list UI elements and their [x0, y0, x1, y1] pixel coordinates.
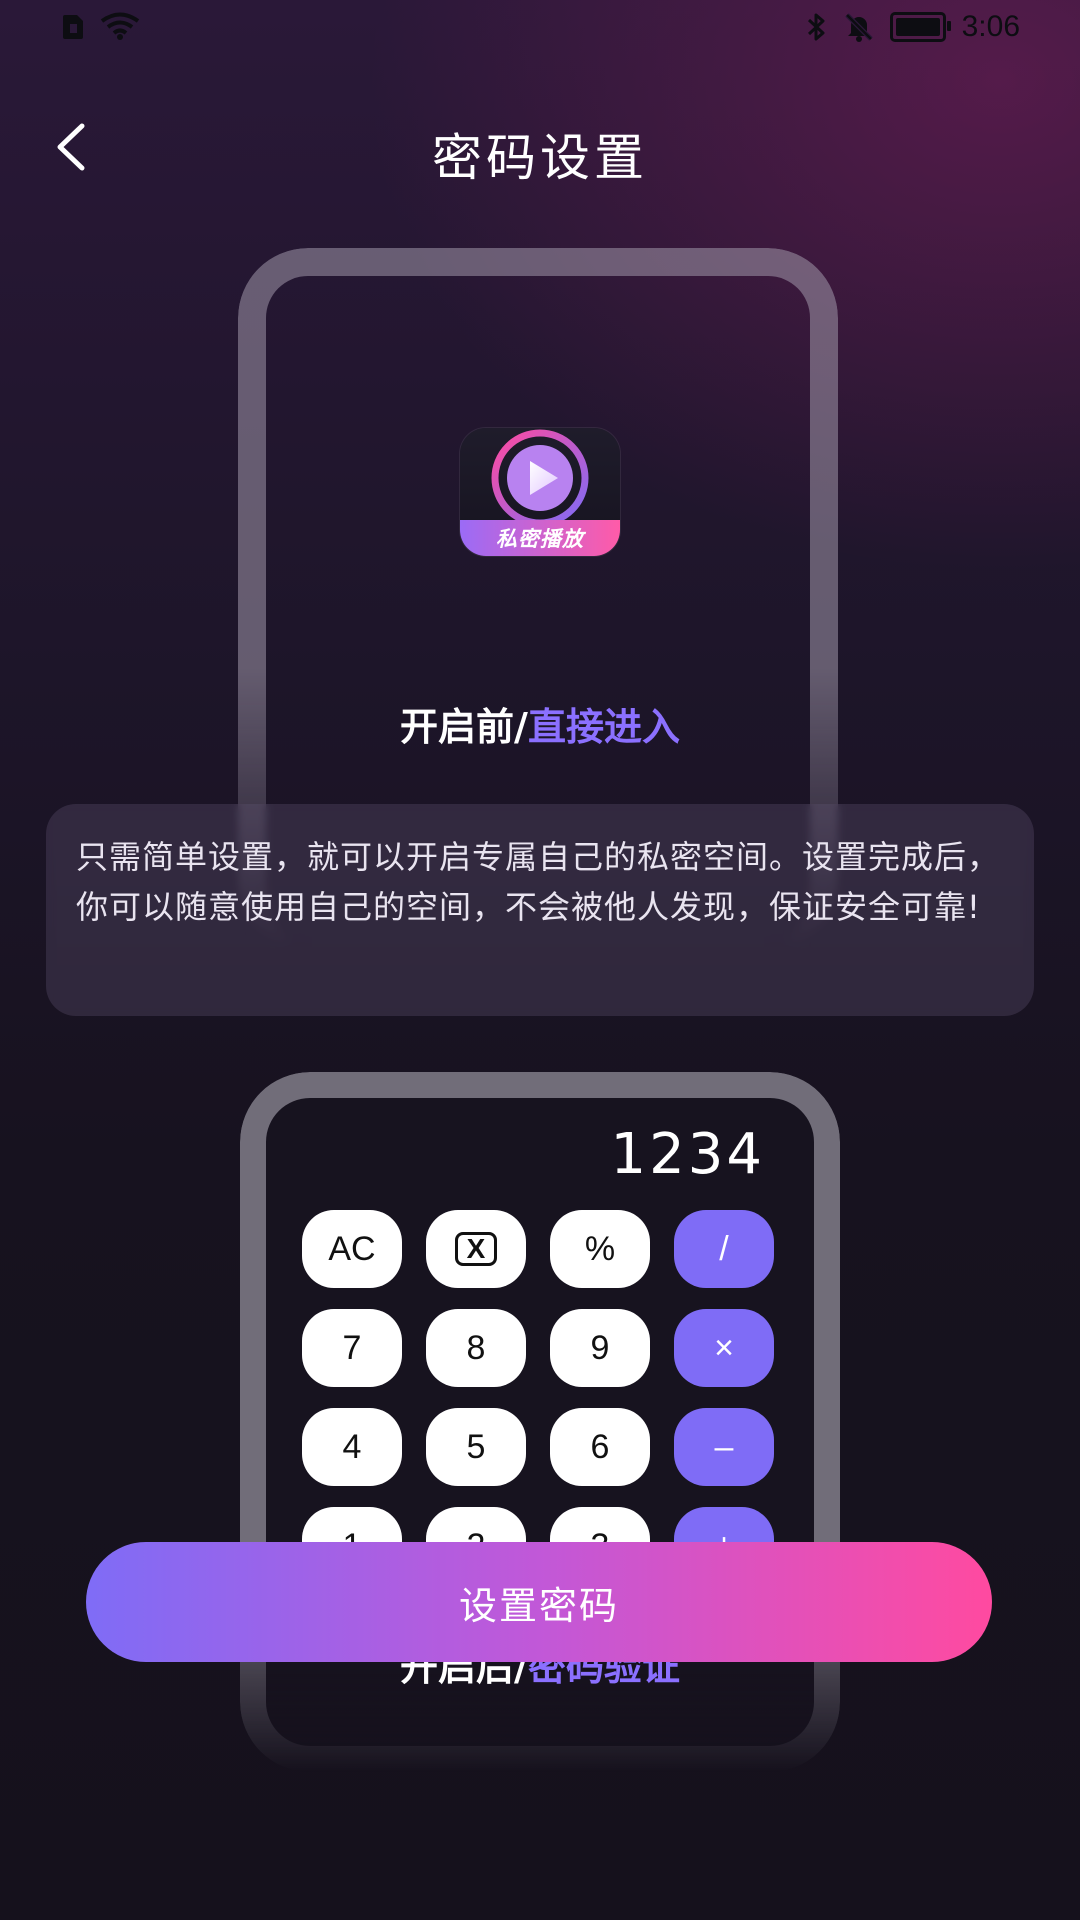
info-text: 只需简单设置，就可以开启专属自己的私密空间。设置完成后，你可以随意使用自己的空间… [76, 838, 1001, 926]
calc-key-divide[interactable]: / [674, 1210, 774, 1288]
before-caption-prefix: 开启前/ [400, 705, 528, 749]
status-time: 3:06 [961, 10, 1020, 43]
calc-key-subtract[interactable]: – [674, 1408, 774, 1486]
app-icon: 私密播放 [460, 428, 620, 556]
status-left-icons [62, 12, 140, 40]
before-caption: 开启前/直接进入 [0, 696, 1080, 751]
page-title: 密码设置 [432, 129, 648, 187]
bluetooth-icon [807, 13, 825, 41]
set-password-button[interactable]: 设置密码 [86, 1542, 992, 1662]
password-settings-screen: 3:06 密码设置 私密播放 开启前/直接进入 只需简单设置，就可以开启专属自己… [0, 0, 1080, 1920]
sim-icon [63, 15, 83, 39]
calc-key-multiply[interactable]: × [674, 1309, 774, 1387]
calc-key-backspace[interactable]: X [426, 1210, 526, 1288]
calculator-display: 1234 [610, 1122, 765, 1187]
calc-key-4[interactable]: 4 [302, 1408, 402, 1486]
calc-key-5[interactable]: 5 [426, 1408, 526, 1486]
status-bar: 3:06 [0, 0, 1080, 56]
play-circle-icon [491, 429, 589, 527]
app-icon-label: 私密播放 [496, 527, 584, 551]
calc-key-ac[interactable]: AC [302, 1210, 402, 1288]
wifi-icon [100, 12, 140, 40]
battery-icon [889, 12, 951, 42]
bell-off-icon [844, 13, 873, 42]
calc-key-9[interactable]: 9 [550, 1309, 650, 1387]
calc-key-8[interactable]: 8 [426, 1309, 526, 1387]
calc-key-7[interactable]: 7 [302, 1309, 402, 1387]
info-card: 只需简单设置，就可以开启专属自己的私密空间。设置完成后，你可以随意使用自己的空间… [46, 804, 1034, 1016]
calc-key-6[interactable]: 6 [550, 1408, 650, 1486]
before-caption-accent: 直接进入 [527, 705, 680, 749]
calc-key-percent[interactable]: % [550, 1210, 650, 1288]
backspace-icon: X [455, 1232, 497, 1266]
status-right-icons: 3:06 [806, 10, 1020, 44]
